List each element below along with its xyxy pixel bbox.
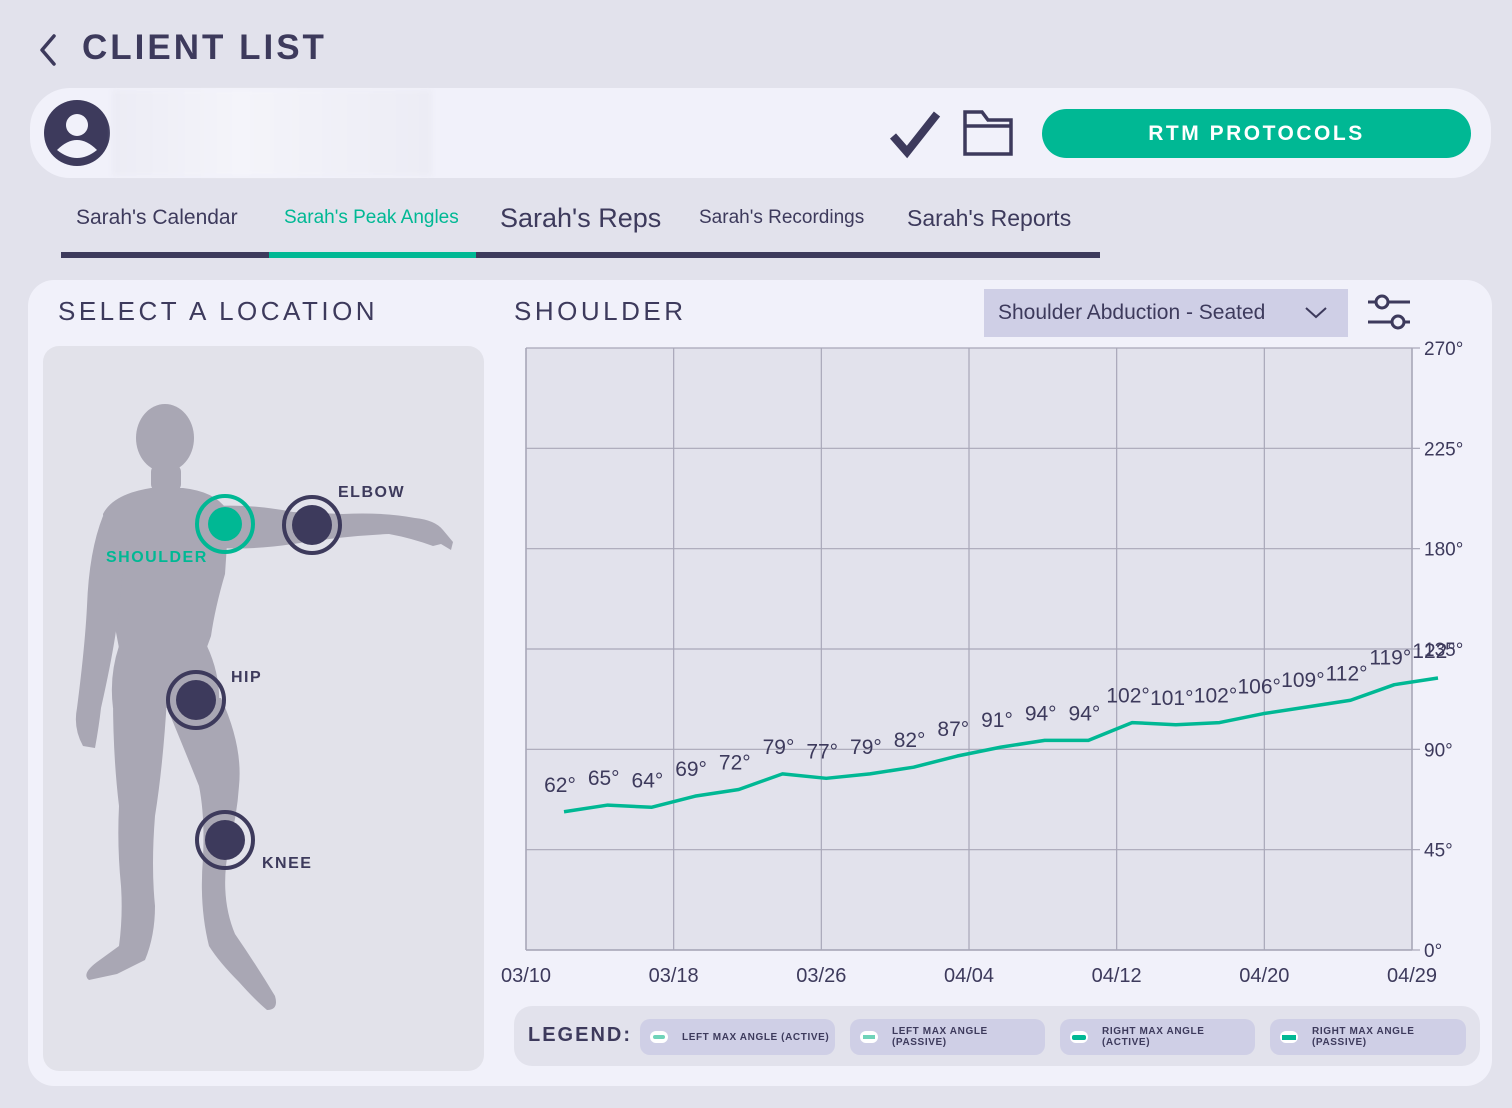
client-name-redacted xyxy=(112,90,432,176)
elbow-label[interactable]: ELBOW xyxy=(338,484,405,502)
legend-label: RIGHT MAX ANGLE (PASSIVE) xyxy=(1312,1026,1415,1048)
x-tick-label: 04/29 xyxy=(1387,965,1437,987)
body-map xyxy=(75,404,453,1010)
data-label: 112° xyxy=(1326,662,1368,685)
legend-swatch-icon xyxy=(1070,1031,1088,1043)
avatar-icon[interactable] xyxy=(44,100,110,166)
legend-left-active[interactable]: LEFT MAX ANGLE (ACTIVE) xyxy=(640,1019,835,1055)
tab-reports[interactable]: Sarah's Reports xyxy=(907,196,1071,240)
legend-title: LEGEND: xyxy=(528,1024,632,1046)
legend-left-passive[interactable]: LEFT MAX ANGLE (PASSIVE) xyxy=(850,1019,1045,1055)
data-label: 106° xyxy=(1237,676,1280,699)
y-tick-label: 270° xyxy=(1424,339,1463,360)
y-tick-label: 180° xyxy=(1424,540,1463,561)
knee-label[interactable]: KNEE xyxy=(262,855,312,873)
data-label: 82° xyxy=(894,729,926,752)
rtm-protocols-button[interactable]: RTM PROTOCOLS xyxy=(1042,109,1471,158)
legend-right-passive[interactable]: RIGHT MAX ANGLE (PASSIVE) xyxy=(1270,1019,1466,1055)
location-panel-title: SELECT A LOCATION xyxy=(58,296,379,326)
hip-joint[interactable] xyxy=(166,670,226,730)
y-tick-label: 0° xyxy=(1424,941,1442,962)
hip-label[interactable]: HIP xyxy=(231,669,262,687)
data-label: 64° xyxy=(632,769,664,792)
legend-swatch-icon xyxy=(650,1031,668,1043)
page-title[interactable]: CLIENT LIST xyxy=(82,28,327,68)
data-label: 69° xyxy=(675,758,707,781)
data-label: 72° xyxy=(719,751,751,774)
x-tick-label: 03/10 xyxy=(501,965,551,987)
x-tick-label: 03/26 xyxy=(796,965,846,987)
x-tick-label: 04/20 xyxy=(1239,965,1289,987)
data-label: 109° xyxy=(1281,669,1324,692)
legend-label: LEFT MAX ANGLE (PASSIVE) xyxy=(892,1026,988,1048)
data-label: 101° xyxy=(1150,687,1193,710)
shoulder-label[interactable]: SHOULDER xyxy=(106,549,208,567)
data-label: 77° xyxy=(806,740,838,763)
elbow-joint[interactable] xyxy=(282,495,342,555)
checkmark-icon[interactable] xyxy=(888,108,942,160)
y-tick-label: 45° xyxy=(1424,841,1453,862)
data-label: 91° xyxy=(981,709,1013,732)
data-label: 87° xyxy=(937,718,969,741)
data-label: 94° xyxy=(1069,702,1101,725)
data-label: 62° xyxy=(544,774,576,797)
tab-underline xyxy=(61,252,1100,258)
x-tick-label: 04/04 xyxy=(944,965,994,987)
knee-joint[interactable] xyxy=(195,810,255,870)
tab-recordings[interactable]: Sarah's Recordings xyxy=(699,196,864,240)
exercise-dropdown-value: Shoulder Abduction - Seated xyxy=(998,301,1266,324)
legend-label: RIGHT MAX ANGLE (ACTIVE) xyxy=(1102,1026,1205,1048)
y-tick-label: 225° xyxy=(1424,439,1463,460)
data-label: 79° xyxy=(763,736,795,759)
tab-active-indicator xyxy=(269,252,476,258)
x-tick-label: 04/12 xyxy=(1092,965,1142,987)
legend-swatch-icon xyxy=(1280,1031,1298,1043)
folder-icon[interactable] xyxy=(962,108,1014,158)
data-label: 122° xyxy=(1412,640,1455,663)
data-label: 79° xyxy=(850,736,882,759)
chevron-down-icon xyxy=(1305,307,1327,319)
peak-angle-chart: 03/10 03/18 03/26 04/04 04/12 04/20 04/29 0° 45°… xyxy=(501,339,1463,987)
data-label: 119° xyxy=(1369,647,1411,670)
tab-calendar[interactable]: Sarah's Calendar xyxy=(76,196,238,240)
legend-swatch-icon xyxy=(860,1031,878,1043)
x-tick-label: 03/18 xyxy=(649,965,699,987)
data-label: 102° xyxy=(1106,685,1149,708)
data-label: 94° xyxy=(1025,702,1057,725)
back-chevron-icon[interactable] xyxy=(34,30,64,70)
legend-label: LEFT MAX ANGLE (ACTIVE) xyxy=(682,1031,830,1043)
legend-right-active[interactable]: RIGHT MAX ANGLE (ACTIVE) xyxy=(1060,1019,1255,1055)
data-label: 65° xyxy=(588,767,620,790)
tab-peak-angles[interactable]: Sarah's Peak Angles xyxy=(284,196,459,240)
y-tick-label: 90° xyxy=(1424,740,1453,761)
chart-title: SHOULDER xyxy=(514,296,687,326)
tab-reps[interactable]: Sarah's Reps xyxy=(500,196,661,240)
data-label: 102° xyxy=(1194,685,1237,708)
